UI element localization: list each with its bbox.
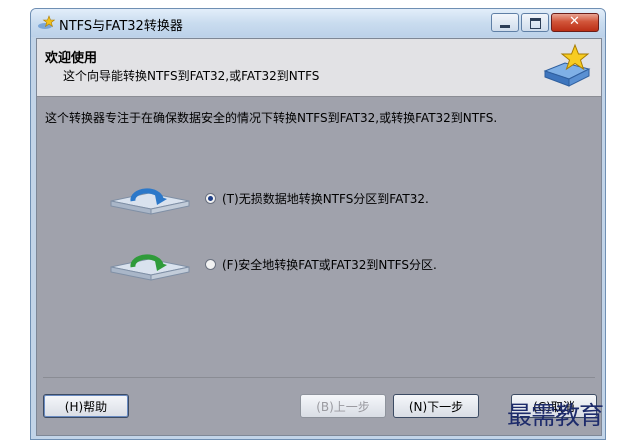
button-divider: [43, 377, 595, 378]
converter-window: NTFS与FAT32转换器 欢迎使用 这个向导能转换NTFS到FAT32,或FA…: [30, 8, 606, 440]
wizard-description: 这个转换器专注于在确保数据安全的情况下转换NTFS到FAT32,或转换FAT32…: [45, 111, 498, 125]
drive-convert-green-icon: [110, 254, 190, 281]
option-label-ntfs-to-fat32[interactable]: (T)无损数据地转换NTFS分区到FAT32.: [222, 190, 429, 207]
radio-fat-to-ntfs[interactable]: [205, 259, 216, 270]
wizard-body: 欢迎使用 这个向导能转换NTFS到FAT32,或FAT32到NTFS 这个转换器…: [36, 38, 602, 436]
drive-convert-blue-icon: [110, 188, 190, 215]
option-label-fat-to-ntfs[interactable]: (F)安全地转换FAT或FAT32到NTFS分区.: [222, 256, 437, 273]
app-icon: [38, 15, 55, 29]
maximize-button[interactable]: [521, 13, 549, 32]
help-button[interactable]: (H)帮助: [43, 394, 129, 418]
header-subtitle: 这个向导能转换NTFS到FAT32,或FAT32到NTFS: [63, 69, 320, 83]
watermark-text: 最需教育: [507, 401, 604, 430]
header-title: 欢迎使用: [45, 51, 98, 66]
next-button[interactable]: (N)下一步: [393, 394, 479, 418]
wizard-header: 欢迎使用 这个向导能转换NTFS到FAT32,或FAT32到NTFS: [37, 39, 601, 97]
window-title: NTFS与FAT32转换器: [59, 19, 183, 34]
minimize-button[interactable]: [491, 13, 519, 32]
close-button[interactable]: [551, 13, 599, 32]
wizard-star-icon: [543, 43, 591, 87]
title-bar[interactable]: NTFS与FAT32转换器: [31, 9, 605, 37]
back-button[interactable]: (B)上一步: [300, 394, 386, 418]
radio-ntfs-to-fat32[interactable]: [205, 193, 216, 204]
